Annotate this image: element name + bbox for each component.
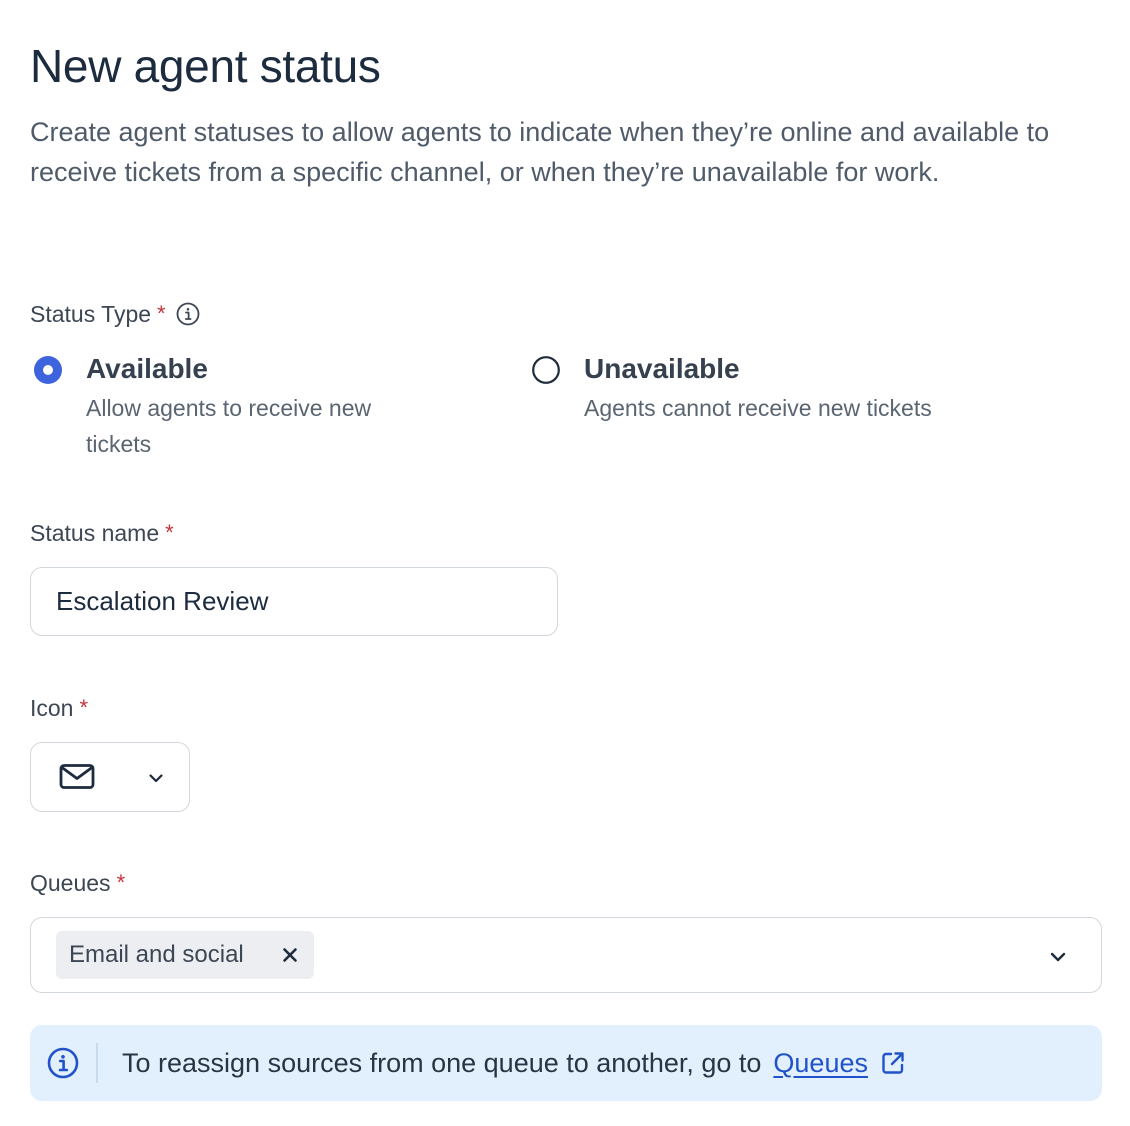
external-link-icon[interactable] — [880, 1029, 906, 1105]
queues-link[interactable]: Queues — [773, 1048, 868, 1078]
status-name-label: Status name * — [30, 518, 174, 548]
info-banner: To reassign sources from one queue to an… — [30, 1025, 1102, 1101]
radio-option-subtitle: Allow agents to receive new tickets — [86, 395, 372, 457]
queue-chip-label: Email and social — [69, 941, 244, 968]
new-agent-status-page: New agent status Create agent statuses t… — [0, 0, 1130, 1126]
chevron-down-icon[interactable] — [1049, 948, 1067, 971]
radio-selected-icon[interactable] — [34, 356, 62, 384]
status-name-input[interactable]: Escalation Review — [30, 567, 558, 636]
radio-option-available[interactable]: Available Allow agents to receive new ti… — [34, 350, 434, 462]
info-circle-icon — [47, 1047, 79, 1084]
queues-label: Queues * — [30, 868, 125, 898]
mail-icon — [59, 763, 95, 796]
icon-select-dropdown[interactable] — [30, 742, 190, 812]
radio-option-unavailable-text: Unavailable Agents cannot receive new ti… — [584, 350, 932, 426]
banner-message: To reassign sources from one queue to an… — [122, 1048, 762, 1078]
close-icon[interactable] — [280, 945, 300, 965]
queues-multiselect[interactable]: Email and social — [30, 917, 1102, 993]
banner-divider — [96, 1043, 98, 1083]
status-name-label-text: Status name — [30, 520, 160, 546]
radio-option-title: Unavailable — [584, 353, 740, 384]
radio-option-unavailable[interactable]: Unavailable Agents cannot receive new ti… — [532, 350, 1032, 426]
queue-chip: Email and social — [56, 931, 314, 979]
radio-option-available-text: Available Allow agents to receive new ti… — [86, 350, 416, 462]
info-circle-icon[interactable] — [176, 302, 200, 326]
radio-option-title: Available — [86, 353, 208, 384]
chevron-down-icon — [147, 769, 165, 792]
page-title: New agent status — [30, 40, 381, 92]
status-type-label: Status Type * — [30, 299, 200, 329]
status-type-label-text: Status Type — [30, 301, 152, 327]
queues-label-text: Queues — [30, 870, 111, 896]
required-asterisk: * — [165, 520, 174, 545]
required-asterisk: * — [116, 870, 126, 895]
radio-option-subtitle: Agents cannot receive new tickets — [584, 395, 932, 421]
icon-label-text: Icon — [30, 695, 74, 721]
required-asterisk: * — [157, 301, 166, 326]
required-asterisk: * — [79, 695, 89, 720]
radio-unselected-icon[interactable] — [532, 356, 560, 384]
banner-text: To reassign sources from one queue to an… — [122, 1025, 906, 1101]
page-description: Create agent statuses to allow agents to… — [30, 117, 1050, 187]
icon-label: Icon * — [30, 693, 88, 723]
